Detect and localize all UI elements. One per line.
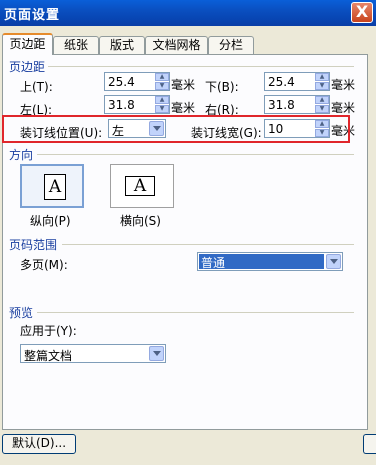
- apply-to-select[interactable]: 整篇文档: [20, 344, 166, 363]
- chevron-down-icon[interactable]: [326, 254, 341, 269]
- right-margin-value: 31.8: [268, 98, 295, 112]
- dialog-title: 页面设置: [4, 8, 61, 23]
- ok-button[interactable]: [363, 434, 376, 454]
- left-margin-value: 31.8: [108, 98, 135, 112]
- tab-label: 纸张: [63, 38, 88, 52]
- bottom-margin-label: 下(B):: [205, 80, 239, 94]
- left-margin-spinner[interactable]: 31.8 ▲ ▼: [104, 95, 170, 114]
- spin-up-icon[interactable]: ▲: [315, 120, 329, 128]
- tab-columns[interactable]: 分栏: [208, 36, 254, 54]
- right-margin-label: 右(R):: [205, 103, 239, 117]
- chevron-down-icon[interactable]: [149, 346, 164, 361]
- gutter-width-spinner[interactable]: 10 ▲ ▼: [264, 119, 330, 138]
- tab-margins[interactable]: 页边距: [2, 33, 53, 55]
- spin-down-icon[interactable]: ▼: [315, 129, 329, 137]
- chevron-down-icon[interactable]: [149, 121, 164, 136]
- spin-up-icon[interactable]: ▲: [155, 73, 169, 81]
- spin-up-icon[interactable]: ▲: [315, 96, 329, 104]
- tab-document-grid[interactable]: 文档网格: [145, 36, 208, 54]
- tab-label: 页边距: [9, 37, 46, 51]
- multiple-pages-select[interactable]: 普通: [197, 252, 343, 271]
- top-margin-label: 上(T):: [20, 80, 53, 94]
- landscape-label: 横向(S): [120, 214, 161, 228]
- title-bar[interactable]: 页面设置 X: [0, 0, 376, 26]
- multiple-pages-label: 多页(M):: [20, 258, 68, 272]
- spin-down-icon[interactable]: ▼: [315, 82, 329, 90]
- section-divider: [37, 312, 354, 313]
- apply-to-value: 整篇文档: [24, 349, 73, 363]
- gutter-position-value: 左: [112, 124, 125, 138]
- tab-layout[interactable]: 版式: [99, 36, 145, 54]
- spin-down-icon[interactable]: ▼: [315, 105, 329, 113]
- multiple-pages-value: 普通: [199, 254, 324, 270]
- page-setup-dialog: 页面设置 X 纸张 版式 文档网格 分栏 页边距 页边距 上(T): 25.4 …: [0, 0, 376, 465]
- default-button-label: 默认(D)...: [11, 436, 67, 450]
- close-button[interactable]: X: [351, 2, 373, 23]
- bottom-margin-spinner[interactable]: 25.4 ▲ ▼: [264, 72, 330, 91]
- top-margin-unit: 毫米: [171, 78, 196, 92]
- spin-up-icon[interactable]: ▲: [315, 73, 329, 81]
- portrait-label: 纵向(P): [30, 214, 71, 228]
- gutter-position-label: 装订线位置(U):: [20, 126, 103, 140]
- section-divider: [62, 244, 354, 245]
- margins-section-title: 页边距: [9, 60, 46, 74]
- top-margin-spinner[interactable]: 25.4 ▲ ▼: [104, 72, 170, 91]
- portrait-page-icon: A: [44, 174, 66, 200]
- close-icon: X: [355, 2, 369, 21]
- left-margin-unit: 毫米: [171, 101, 196, 115]
- left-margin-label: 左(L):: [20, 103, 53, 117]
- gutter-width-unit: 毫米: [331, 124, 356, 138]
- spin-up-icon[interactable]: ▲: [155, 96, 169, 104]
- section-divider: [37, 154, 354, 155]
- pages-section-title: 页码范围: [9, 238, 58, 252]
- section-divider: [48, 66, 354, 67]
- tab-label: 文档网格: [152, 38, 201, 52]
- landscape-page-icon: A: [125, 176, 155, 196]
- apply-to-label: 应用于(Y):: [20, 324, 77, 338]
- tab-paper[interactable]: 纸张: [53, 36, 99, 54]
- gutter-width-label: 装订线宽(G):: [191, 126, 262, 140]
- orientation-section-title: 方向: [9, 148, 34, 162]
- bottom-margin-value: 25.4: [268, 75, 295, 89]
- preview-section-title: 预览: [9, 306, 34, 320]
- tab-label: 版式: [109, 38, 134, 52]
- portrait-button[interactable]: A: [20, 164, 84, 208]
- landscape-button[interactable]: A: [110, 164, 174, 208]
- gutter-position-select[interactable]: 左: [108, 119, 166, 138]
- spin-down-icon[interactable]: ▼: [155, 105, 169, 113]
- default-button[interactable]: 默认(D)...: [2, 434, 76, 454]
- right-margin-spinner[interactable]: 31.8 ▲ ▼: [264, 95, 330, 114]
- top-margin-value: 25.4: [108, 75, 135, 89]
- bottom-margin-unit: 毫米: [331, 78, 356, 92]
- tab-label: 分栏: [218, 38, 243, 52]
- spin-down-icon[interactable]: ▼: [155, 82, 169, 90]
- right-margin-unit: 毫米: [331, 101, 356, 115]
- gutter-width-value: 10: [268, 122, 284, 136]
